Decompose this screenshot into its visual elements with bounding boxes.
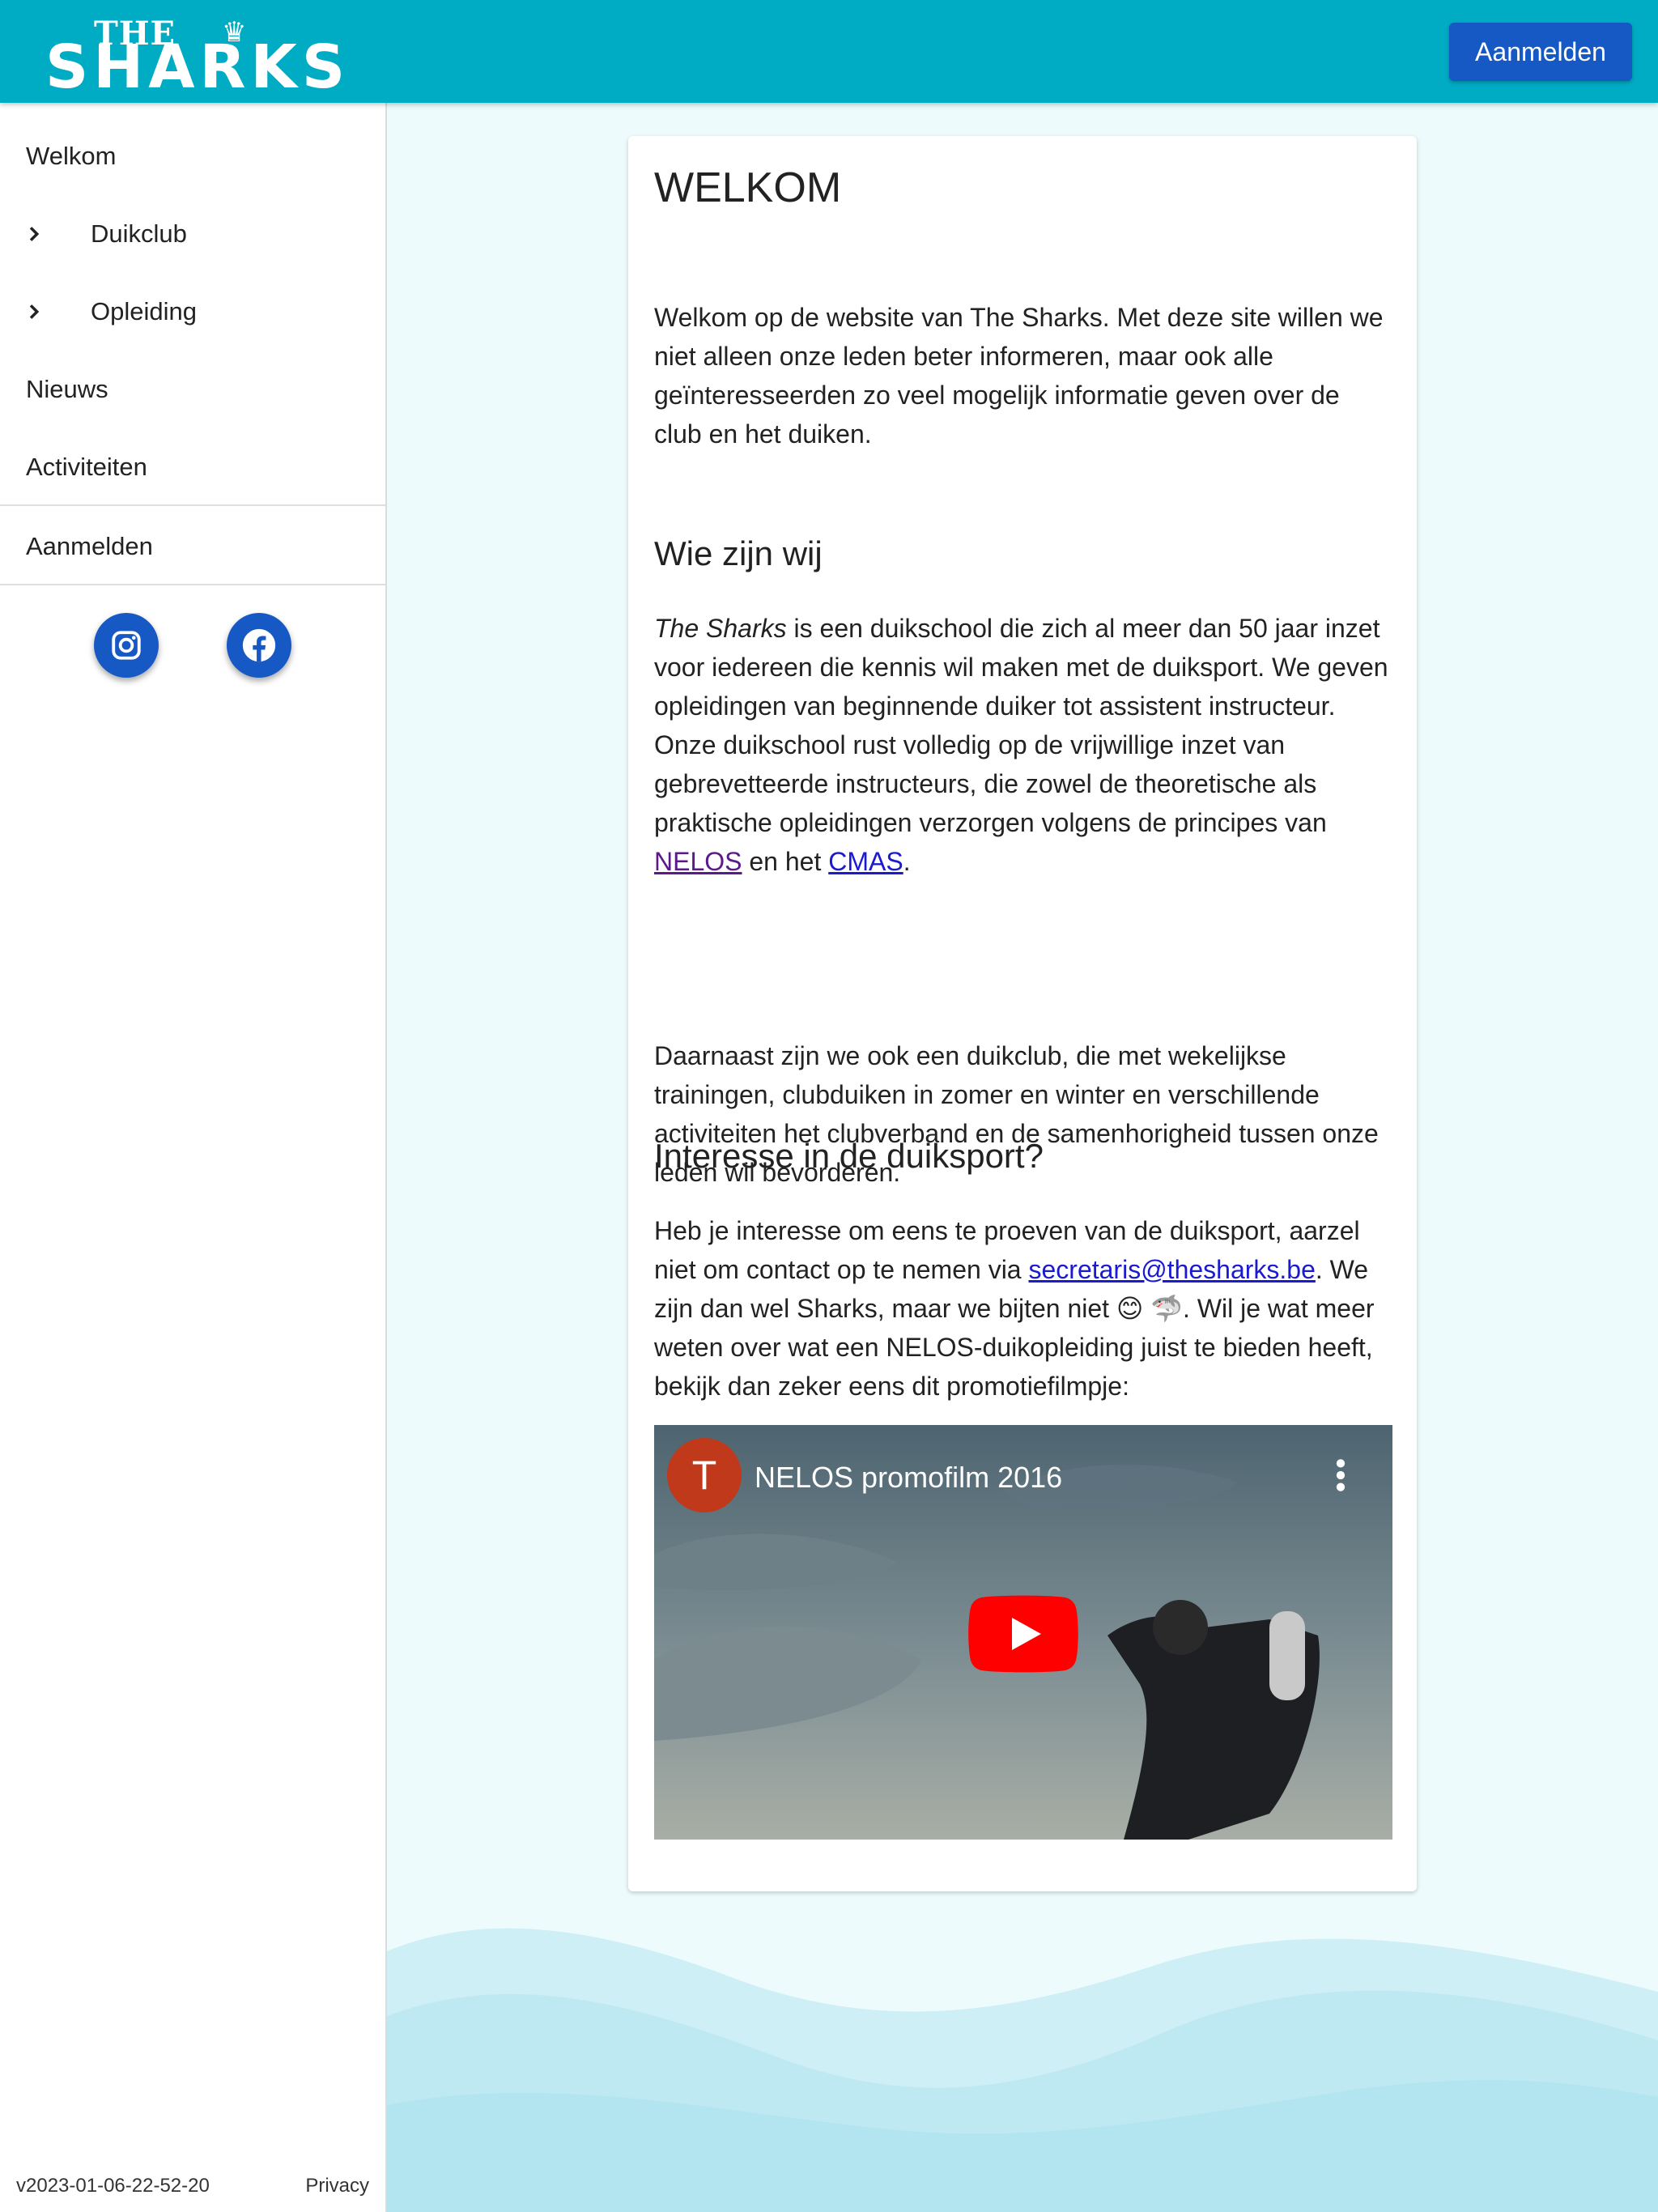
who-text-mid: en het [742, 847, 829, 876]
sidebar-item-label: Welkom [26, 142, 117, 170]
sidebar-item-welkom[interactable]: Welkom [0, 117, 385, 195]
instagram-button[interactable] [94, 613, 159, 678]
signin-button[interactable]: Aanmelden [1449, 23, 1632, 81]
who-text-a: is een duikschool die zich al meer dan 5… [654, 614, 1388, 837]
intro-paragraph: Welkom op de website van The Sharks. Met… [654, 303, 1384, 449]
sidebar-item-label: Opleiding [91, 297, 197, 325]
youtube-play-icon[interactable] [968, 1595, 1078, 1673]
more-vert-icon[interactable] [1334, 1457, 1347, 1493]
sidebar-item-opleiding[interactable]: Opleiding [0, 273, 385, 351]
sidebar-nav: Welkom Duikclub Opleiding Nieuws Activit… [0, 103, 387, 2212]
chevron-right-icon [29, 304, 40, 319]
smile-shark-emoji: 😊 🦈 [1116, 1294, 1184, 1323]
youtube-video-embed[interactable]: T NELOS promofilm 2016 [654, 1425, 1392, 1840]
sidebar-item-label: Duikclub [91, 219, 187, 248]
sidebar-item-label: Aanmelden [26, 532, 153, 560]
nelos-link[interactable]: NELOS [654, 847, 742, 876]
email-link[interactable]: secretaris@thesharks.be [1028, 1255, 1315, 1284]
sidebar-footer: v2023-01-06-22-52-20 Privacy [0, 2170, 385, 2202]
video-title[interactable]: NELOS promofilm 2016 [755, 1461, 1062, 1495]
top-app-bar: THE ♛ SHARKS Aanmelden [0, 0, 1658, 103]
sharks-logo[interactable]: THE ♛ SHARKS [45, 15, 372, 97]
channel-avatar[interactable]: T [667, 1438, 742, 1512]
sidebar-item-nieuws[interactable]: Nieuws [0, 351, 385, 428]
sidebar-item-label: Nieuws [26, 375, 108, 403]
section-heading-who: Wie zijn wij [654, 534, 823, 572]
waves-decoration [387, 1928, 1658, 2212]
sidebar-item-aanmelden[interactable]: Aanmelden [0, 508, 385, 585]
instagram-icon [112, 631, 141, 660]
chevron-right-icon [29, 227, 40, 241]
sidebar-item-label: Activiteiten [26, 453, 147, 481]
sidebar-divider [0, 504, 385, 506]
cmas-link[interactable]: CMAS [828, 847, 903, 876]
sidebar-item-activiteiten[interactable]: Activiteiten [0, 428, 385, 506]
version-text: v2023-01-06-22-52-20 [16, 2175, 210, 2197]
section-heading-interest: Interesse in de duiksport? [654, 1137, 1044, 1175]
who-paragraph-1: The Sharks is een duikschool die zich al… [654, 609, 1392, 881]
club-name-emphasis: The Sharks [654, 614, 787, 643]
page-title: WELKOM [654, 164, 842, 211]
who-text-end: . [903, 847, 911, 876]
logo-sharks-text: SHARKS [45, 32, 351, 102]
interest-paragraph: Heb je interesse om eens te proeven van … [654, 1211, 1392, 1406]
privacy-link[interactable]: Privacy [305, 2175, 369, 2197]
content-card: WELKOM Welkom op de website van The Shar… [628, 136, 1417, 1891]
sidebar-divider [0, 584, 385, 585]
facebook-icon [242, 628, 276, 662]
facebook-button[interactable] [227, 613, 291, 678]
sidebar-item-duikclub[interactable]: Duikclub [0, 195, 385, 273]
